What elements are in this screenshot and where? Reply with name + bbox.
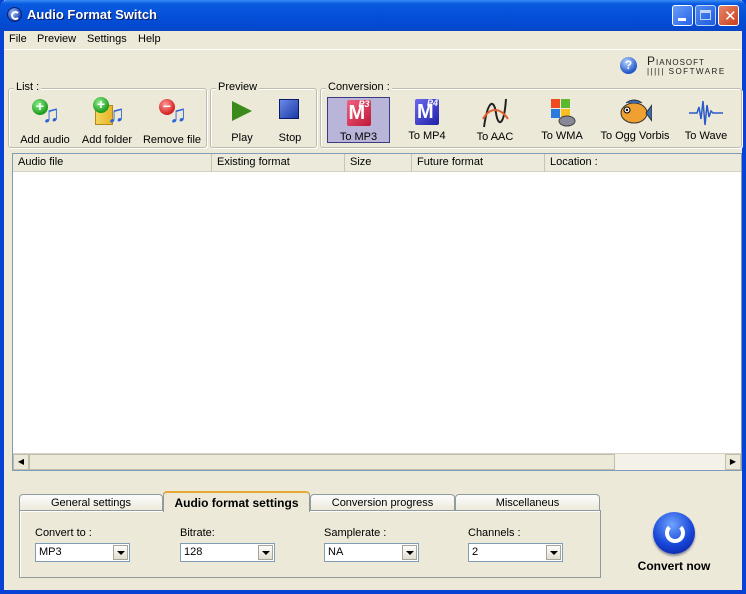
app-window: Audio Format Switch ✕ File Preview Setti…: [0, 0, 746, 594]
play-button[interactable]: Play: [225, 97, 259, 144]
column-location[interactable]: Location :: [545, 154, 741, 172]
close-icon: ✕: [724, 8, 737, 25]
add-folder-button[interactable]: + Add folder: [79, 97, 135, 147]
add-audio-icon: +: [30, 97, 60, 129]
close-button[interactable]: ✕: [718, 5, 739, 26]
to-aac-label: To AAC: [476, 131, 514, 143]
maximize-icon: [700, 10, 711, 20]
play-icon: [232, 97, 252, 129]
convert-now-button[interactable]: Convert now: [630, 512, 718, 576]
mp4-icon: M P4: [415, 98, 439, 125]
preview-group-label: Preview: [216, 81, 260, 93]
chevron-down-icon[interactable]: [113, 545, 128, 560]
minimize-icon: [678, 18, 686, 21]
samplerate-value: NA: [328, 546, 344, 558]
aac-icon: [480, 97, 510, 129]
to-ogg-vorbis-label: To Ogg Vorbis: [600, 130, 670, 142]
wave-icon: [689, 97, 723, 129]
convert-icon: [653, 512, 695, 554]
conversion-group-label: Conversion :: [326, 81, 392, 93]
menu-file[interactable]: File: [9, 33, 27, 45]
column-audio-file[interactable]: Audio file: [13, 154, 212, 172]
to-aac-button[interactable]: To AAC: [471, 97, 519, 143]
menu-settings[interactable]: Settings: [87, 33, 127, 45]
column-size[interactable]: Size: [345, 154, 412, 172]
scroll-right-button[interactable]: ▶: [725, 454, 741, 470]
to-mp4-label: To MP4: [408, 130, 446, 142]
convert-now-label: Convert now: [637, 559, 711, 573]
chevron-down-icon[interactable]: [402, 545, 417, 560]
play-label: Play: [231, 132, 253, 144]
add-folder-icon: +: [91, 97, 125, 129]
wma-icon: [547, 97, 577, 129]
column-future-format[interactable]: Future format: [412, 154, 545, 172]
add-audio-label: Add audio: [20, 134, 70, 146]
mp3-icon: M P3: [346, 99, 371, 126]
remove-file-label: Remove file: [142, 134, 202, 146]
channels-select[interactable]: 2: [468, 543, 563, 562]
to-ogg-vorbis-button[interactable]: To Ogg Vorbis: [599, 97, 671, 142]
list-header: Audio file Existing format Size Future f…: [13, 154, 741, 172]
samplerate-select[interactable]: NA: [324, 543, 419, 562]
add-folder-label: Add folder: [81, 134, 133, 146]
menu-help[interactable]: Help: [138, 33, 161, 45]
scroll-left-button[interactable]: ◀: [13, 454, 29, 470]
bitrate-select[interactable]: 128: [180, 543, 275, 562]
to-mp3-button[interactable]: M P3 To MP3: [327, 97, 390, 143]
preview-group: Preview Play Stop: [210, 81, 317, 148]
column-existing-format[interactable]: Existing format: [212, 154, 345, 172]
menu-preview[interactable]: Preview: [37, 33, 76, 45]
remove-file-icon: −: [157, 97, 187, 129]
to-wma-button[interactable]: To WMA: [537, 97, 587, 142]
horizontal-scrollbar[interactable]: ◀ ▶: [13, 453, 741, 470]
tab-general-settings[interactable]: General settings: [19, 494, 163, 511]
to-wave-label: To Wave: [684, 130, 728, 142]
chevron-down-icon[interactable]: [258, 545, 273, 560]
app-icon[interactable]: [7, 7, 22, 22]
add-audio-button[interactable]: + Add audio: [17, 97, 73, 147]
stop-label: Stop: [278, 132, 302, 144]
tab-audio-format-settings[interactable]: Audio format settings: [163, 491, 310, 512]
minimize-button[interactable]: [672, 5, 693, 26]
to-mp3-label: To MP3: [339, 131, 378, 143]
list-group: List : + Add audio + Add folder − Remove…: [8, 81, 207, 148]
logo-sub: ||||| SOFTWARE: [647, 67, 726, 76]
maximize-button[interactable]: [695, 5, 716, 26]
menu-bar: File Preview Settings Help: [4, 31, 742, 50]
scroll-thumb[interactable]: [29, 454, 615, 470]
channels-label: Channels :: [468, 527, 521, 539]
logo-sub-text: SOFTWARE: [668, 67, 726, 76]
to-mp4-button[interactable]: M P4 To MP4: [401, 97, 453, 142]
stop-icon: [279, 97, 301, 129]
conversion-group: Conversion : M P3 To MP3 M P4 To MP4 To AA…: [320, 81, 742, 148]
window-title: Audio Format Switch: [27, 7, 157, 22]
to-wave-button[interactable]: To Wave: [681, 97, 731, 142]
list-group-label: List :: [14, 81, 42, 93]
help-icon[interactable]: ?: [620, 57, 637, 74]
to-wma-label: To WMA: [541, 130, 583, 142]
samplerate-label: Samplerate :: [324, 527, 387, 539]
stop-button[interactable]: Stop: [273, 97, 307, 144]
convert-to-label: Convert to :: [35, 527, 92, 539]
chevron-down-icon[interactable]: [546, 545, 561, 560]
title-bar[interactable]: Audio Format Switch ✕: [0, 0, 746, 31]
remove-file-button[interactable]: − Remove file: [141, 97, 203, 146]
convert-to-select[interactable]: MP3: [35, 543, 130, 562]
logo-brand: Pianosoft: [647, 54, 705, 68]
tab-conversion-progress[interactable]: Conversion progress: [310, 494, 455, 511]
tab-miscellaneus[interactable]: Miscellaneus: [455, 494, 600, 511]
audio-file-list[interactable]: Audio file Existing format Size Future f…: [12, 153, 742, 471]
bitrate-label: Bitrate:: [180, 527, 215, 539]
channels-value: 2: [472, 546, 479, 558]
bitrate-value: 128: [184, 546, 203, 558]
ogg-fish-icon: [618, 97, 653, 129]
convert-to-value: MP3: [39, 546, 62, 558]
